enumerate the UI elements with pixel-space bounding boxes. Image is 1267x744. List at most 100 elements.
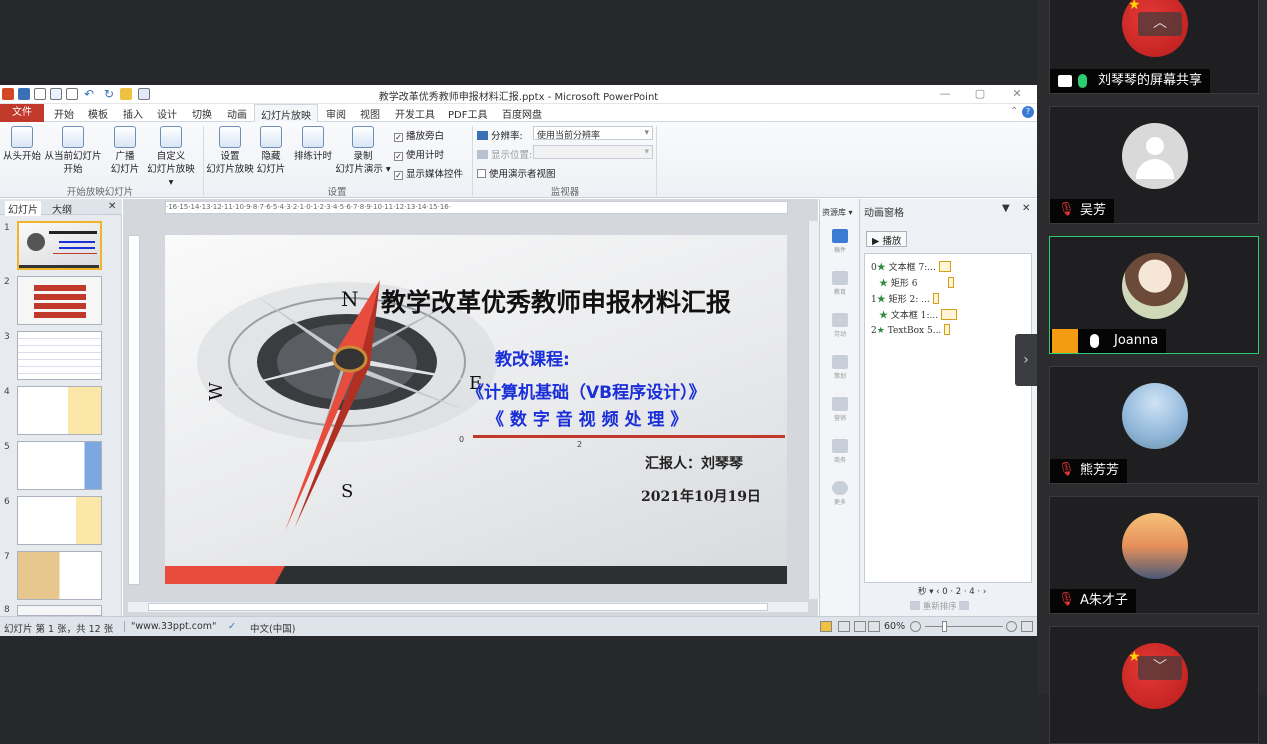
broadcast-button[interactable]: 广播 幻灯片 (106, 126, 144, 176)
move-up-icon[interactable] (910, 601, 920, 610)
tab-insert[interactable]: 插入 (123, 106, 143, 121)
animation-item[interactable]: ★ 文本框 1:... (871, 308, 957, 321)
slide-thumbnail-3[interactable] (17, 331, 102, 380)
muted-microphone-icon: 🎙 (1058, 462, 1075, 477)
timeline-scale[interactable]: 秒 ▾ ‹ 0 · 2 · 4 · › (918, 585, 986, 597)
zoom-slider[interactable] (925, 626, 1003, 627)
zoom-level[interactable]: 60% (884, 621, 905, 632)
custom-slideshow-button[interactable]: 自定义 幻灯片放映 ▾ (144, 126, 198, 189)
setup-slideshow-button[interactable]: 设置 幻灯片放映 (206, 126, 254, 176)
tab-animations[interactable]: 动画 (227, 106, 247, 121)
slide-thumbnail-7[interactable] (17, 551, 102, 600)
tab-view[interactable]: 视图 (360, 106, 380, 121)
star-icon: ★ (876, 326, 885, 336)
vertical-scrollbar[interactable] (808, 221, 819, 599)
tab-transitions[interactable]: 切换 (192, 106, 212, 121)
use-timings-checkbox[interactable]: ✓ 使用计时 (394, 147, 444, 161)
tab-pdf-tools[interactable]: PDF工具 (448, 106, 487, 121)
slide-number: 1 (4, 223, 10, 233)
animation-item[interactable]: 2★ TextBox 5... (871, 324, 951, 336)
play-narrations-checkbox[interactable]: ✓ 播放旁白 (394, 128, 444, 142)
tab-slides[interactable]: 幻灯片 (5, 201, 41, 216)
slide-thumbnail-1[interactable] (17, 221, 102, 270)
chevron-down-icon[interactable]: ▼ (1002, 203, 1010, 214)
participant-tile-zhucaizi[interactable]: 🎙 A朱才子 (1049, 496, 1259, 614)
zoom-in-icon[interactable] (1006, 621, 1017, 632)
play-button[interactable]: ▶ 播放 (866, 231, 908, 247)
collapse-ribbon-icon[interactable]: ⌃ (1010, 106, 1018, 117)
resource-library-title[interactable]: 资源库 ▾ (822, 207, 853, 218)
scroll-thumb[interactable] (148, 603, 768, 611)
rehearse-icon (302, 126, 324, 148)
tab-home[interactable]: 开始 (54, 106, 74, 121)
screen-share-top-margin (0, 0, 1037, 85)
reading-view-icon[interactable] (854, 621, 866, 632)
tab-developer[interactable]: 开发工具 (395, 106, 435, 121)
star-icon: ★ (879, 311, 889, 321)
animation-item[interactable]: ★ 矩形 6 (871, 276, 955, 289)
close-button[interactable]: ✕ (1002, 87, 1032, 100)
collapse-sidebar-icon[interactable]: › (1015, 334, 1037, 386)
zoom-out-icon[interactable] (910, 621, 921, 632)
show-media-controls-checkbox[interactable]: ✓ 显示媒体控件 (394, 166, 463, 180)
hide-slide-button[interactable]: 隐藏 幻灯片 (256, 126, 286, 176)
current-slide[interactable]: N E W S 0 2 教学改革优秀教师申报材料汇报 教改课程: 《计算机基础（… (165, 235, 787, 584)
tab-template[interactable]: 模板 (88, 106, 108, 121)
spellcheck-icon[interactable]: ✓ (228, 621, 236, 632)
animation-list: 0★ 文本框 7:... ★ 矩形 6 1★ 矩形 2: ... ★ 文本框 1… (864, 253, 1032, 583)
slide-number: 3 (4, 332, 10, 342)
resource-label: 劳动 (833, 331, 846, 338)
horizontal-scrollbar[interactable] (128, 601, 808, 612)
show-on-dropdown[interactable]: ▾ (533, 145, 653, 159)
presenter-view-checkbox[interactable]: 使用演示者视图 (477, 166, 556, 180)
screen-share-bottom-margin (0, 636, 1037, 694)
tab-review[interactable]: 审阅 (326, 106, 346, 121)
labor-icon[interactable] (832, 313, 848, 327)
planning-icon[interactable] (832, 355, 848, 369)
record-slideshow-button[interactable]: 录制 幻灯片演示 ▾ (335, 126, 391, 176)
help-icon[interactable]: ? (1022, 106, 1034, 118)
animation-item[interactable]: 1★ 矩形 2: ... (871, 292, 939, 305)
tab-outline[interactable]: 大纲 (52, 201, 72, 216)
slide-thumbnail-6[interactable] (17, 496, 102, 545)
compass-thumbnail-icon (27, 233, 45, 251)
slideshow-view-icon[interactable] (868, 621, 880, 632)
slide-thumbnail-4[interactable] (17, 386, 102, 435)
slide-thumbnail-5[interactable] (17, 441, 102, 490)
business-icon[interactable] (832, 439, 848, 453)
tab-slideshow[interactable]: 幻灯片放映 (254, 104, 318, 123)
minimize-button[interactable]: — (930, 87, 960, 100)
language[interactable]: 中文(中国) (250, 621, 295, 635)
education-icon[interactable] (832, 271, 848, 285)
tab-file[interactable]: 文件 (0, 104, 44, 122)
tab-design[interactable]: 设计 (157, 106, 177, 121)
scroll-down-icon[interactable]: ﹀ (1138, 656, 1182, 680)
maximize-button[interactable]: ▢ (965, 87, 995, 100)
more-icon[interactable] (832, 481, 848, 495)
scroll-up-icon[interactable]: ︿ (1138, 12, 1182, 36)
slide-sorter-icon[interactable] (838, 621, 850, 632)
slide-thumbnail-8[interactable] (17, 605, 102, 616)
zoom-slider-thumb[interactable] (942, 621, 947, 632)
participant-tile-xiongfangfang[interactable]: 🎙 熊芳芳 (1049, 366, 1259, 484)
manuscript-icon[interactable] (832, 229, 848, 243)
rehearse-timings-button[interactable]: 排练计时 (291, 126, 335, 163)
move-down-icon[interactable] (959, 601, 970, 610)
vertical-ruler (128, 235, 140, 585)
participant-tile-wufang[interactable]: 🎙 吴芳 (1049, 106, 1259, 224)
reorder-control[interactable]: 重新排序 (910, 600, 970, 612)
from-current-button[interactable]: 从当前幻灯片 开始 (44, 126, 102, 176)
participant-tile-next[interactable]: ★ (1049, 626, 1259, 744)
fit-window-icon[interactable] (1021, 621, 1033, 632)
tab-baidu-netdisk[interactable]: 百度网盘 (502, 106, 542, 121)
resolution-dropdown[interactable]: 使用当前分辨率 ▾ (533, 126, 653, 141)
broadcast-icon (114, 126, 136, 148)
from-start-button[interactable]: 从头开始 (2, 126, 42, 163)
marketing-icon[interactable] (832, 397, 848, 411)
close-panel-icon[interactable]: ✕ (108, 201, 116, 212)
close-icon[interactable]: ✕ (1022, 203, 1030, 214)
animation-item[interactable]: 0★ 文本框 7:... (871, 260, 951, 273)
participant-tile-joanna[interactable]: Joanna (1049, 236, 1259, 354)
slide-thumbnail-2[interactable] (17, 276, 102, 325)
normal-view-icon[interactable] (820, 621, 832, 632)
